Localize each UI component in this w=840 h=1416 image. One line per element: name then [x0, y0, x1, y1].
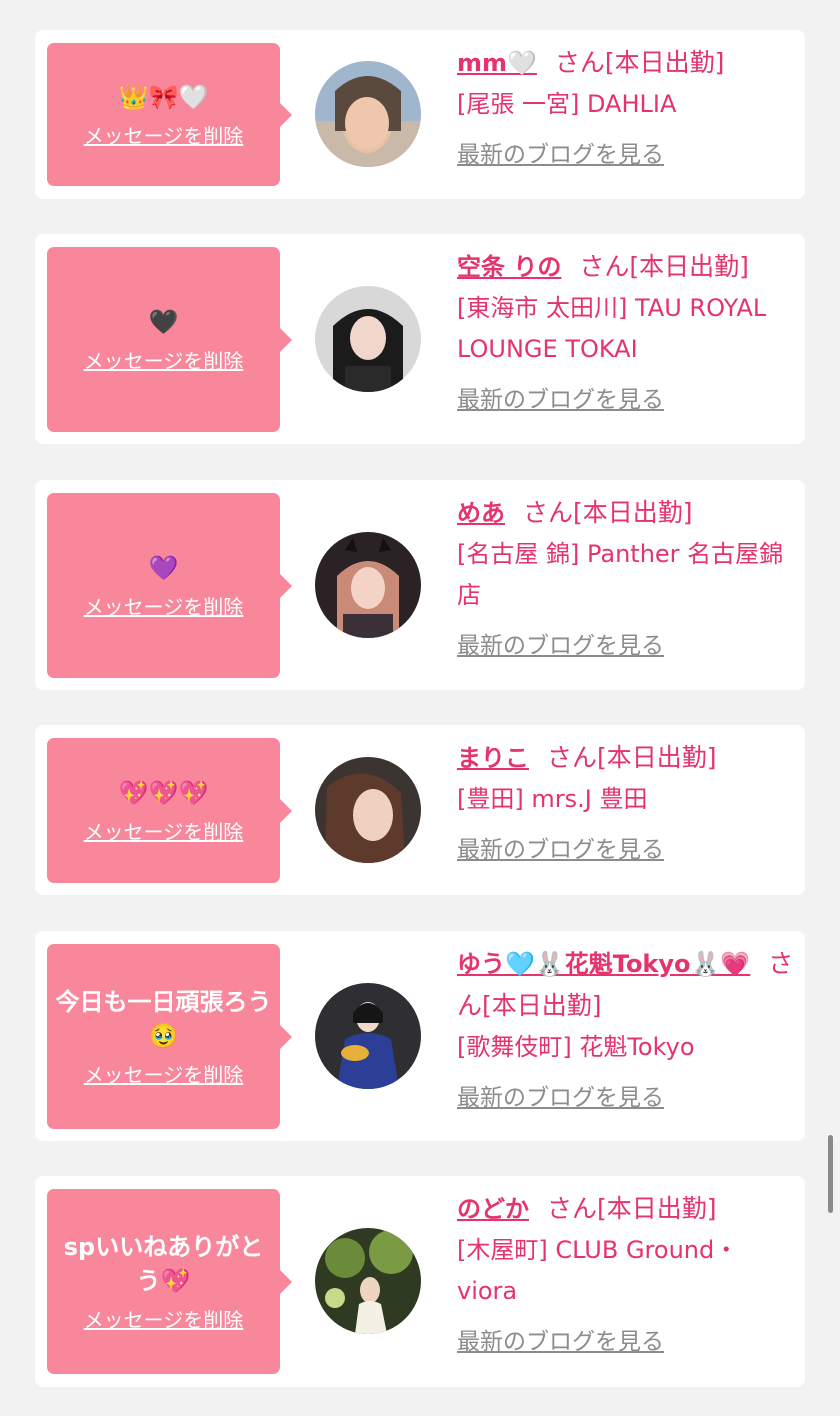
user-info: めあ さん[本日出勤] [名古屋 錦] Panther 名古屋錦店 最新のブログを… [457, 492, 797, 667]
message-text: spいいねありがとう💖 [63, 1233, 264, 1295]
message-card: 今日も一日頑張ろう🥹 メッセージを削除 ゆう🩵🐰花魁Tokyo🐰💗 さん[本日出勤… [35, 931, 805, 1141]
delete-message-link[interactable]: メッセージを削除 [84, 1304, 244, 1333]
avatar[interactable] [315, 61, 421, 167]
message-text: 🖤 [148, 308, 179, 336]
user-name-link[interactable]: ゆう🩵🐰花魁Tokyo🐰💗 [457, 950, 750, 978]
message-card: 💖💖💖 メッセージを削除 まりこ さん[本日出勤] [豊田] mrs.J 豊田 最… [35, 725, 805, 895]
status-label: さん[本日出勤] [547, 743, 717, 772]
status-label: さん[本日出勤] [554, 48, 725, 77]
message-card: spいいねありがとう💖 メッセージを削除 のどか さん[本日出勤] [木屋町] C… [35, 1176, 805, 1387]
shop-location: [名古屋 錦] Panther 名古屋錦店 [457, 540, 784, 609]
message-bubble: 💖💖💖 メッセージを削除 [47, 738, 292, 883]
user-info: のどか さん[本日出勤] [木屋町] CLUB Ground・viora 最新のブ… [457, 1188, 797, 1363]
avatar[interactable] [315, 1228, 421, 1334]
user-name-link[interactable]: まりこ [457, 744, 529, 772]
message-text: 今日も一日頑張ろう🥹 [55, 988, 272, 1050]
avatar[interactable] [315, 757, 421, 863]
user-name-link[interactable]: 空条 りの [457, 253, 561, 281]
avatar[interactable] [315, 983, 421, 1089]
latest-blog-link[interactable]: 最新のブログを見る [457, 830, 664, 871]
message-card: 🖤 メッセージを削除 空条 りの さん[本日出勤] [東海市 太田川] TAU R… [35, 234, 805, 444]
delete-message-link[interactable]: メッセージを削除 [84, 120, 244, 149]
shop-location: [歌舞伎町] 花魁Tokyo [457, 1033, 695, 1061]
status-label: さん[本日出勤] [547, 1194, 717, 1223]
latest-blog-link[interactable]: 最新のブログを見る [457, 1078, 664, 1119]
message-card: 👑🎀🤍 メッセージを削除 mm🤍 さん[本日出勤] [尾張 一宮] DAHLIA … [35, 30, 805, 199]
latest-blog-link[interactable]: 最新のブログを見る [457, 135, 664, 176]
avatar[interactable] [315, 286, 421, 392]
avatar[interactable] [315, 532, 421, 638]
message-bubble: 🖤 メッセージを削除 [47, 247, 292, 432]
message-text: 💖💖💖 [118, 779, 209, 807]
shop-location: [豊田] mrs.J 豊田 [457, 785, 648, 813]
user-info: 空条 りの さん[本日出勤] [東海市 太田川] TAU ROYAL LOUNGE… [457, 246, 797, 421]
delete-message-link[interactable]: メッセージを削除 [84, 816, 244, 845]
message-bubble: 👑🎀🤍 メッセージを削除 [47, 43, 292, 186]
shop-location: [尾張 一宮] DAHLIA [457, 90, 677, 118]
status-label: さん[本日出勤] [579, 252, 749, 281]
shop-location: [木屋町] CLUB Ground・viora [457, 1236, 739, 1305]
status-label: さん[本日出勤] [523, 498, 693, 527]
shop-location: [東海市 太田川] TAU ROYAL LOUNGE TOKAI [457, 294, 767, 363]
user-name-link[interactable]: めあ [457, 499, 505, 527]
message-card: 💜 メッセージを削除 めあ さん[本日出勤] [名古屋 錦] Panther 名古… [35, 480, 805, 690]
latest-blog-link[interactable]: 最新のブログを見る [457, 380, 664, 421]
delete-message-link[interactable]: メッセージを削除 [84, 345, 244, 374]
latest-blog-link[interactable]: 最新のブログを見る [457, 626, 664, 667]
message-bubble: spいいねありがとう💖 メッセージを削除 [47, 1189, 292, 1374]
user-name-link[interactable]: のどか [457, 1195, 529, 1223]
user-name-link[interactable]: mm🤍 [457, 49, 537, 77]
user-info: ゆう🩵🐰花魁Tokyo🐰💗 さん[本日出勤] [歌舞伎町] 花魁Tokyo 最新の… [457, 943, 797, 1119]
user-info: mm🤍 さん[本日出勤] [尾張 一宮] DAHLIA 最新のブログを見る [457, 42, 797, 176]
message-text: 💜 [148, 554, 179, 582]
user-info: まりこ さん[本日出勤] [豊田] mrs.J 豊田 最新のブログを見る [457, 737, 797, 871]
latest-blog-link[interactable]: 最新のブログを見る [457, 1322, 664, 1363]
delete-message-link[interactable]: メッセージを削除 [84, 591, 244, 620]
delete-message-link[interactable]: メッセージを削除 [84, 1059, 244, 1088]
message-bubble: 💜 メッセージを削除 [47, 493, 292, 678]
message-bubble: 今日も一日頑張ろう🥹 メッセージを削除 [47, 944, 292, 1129]
scrollbar[interactable] [828, 1135, 833, 1213]
message-text: 👑🎀🤍 [118, 83, 209, 111]
